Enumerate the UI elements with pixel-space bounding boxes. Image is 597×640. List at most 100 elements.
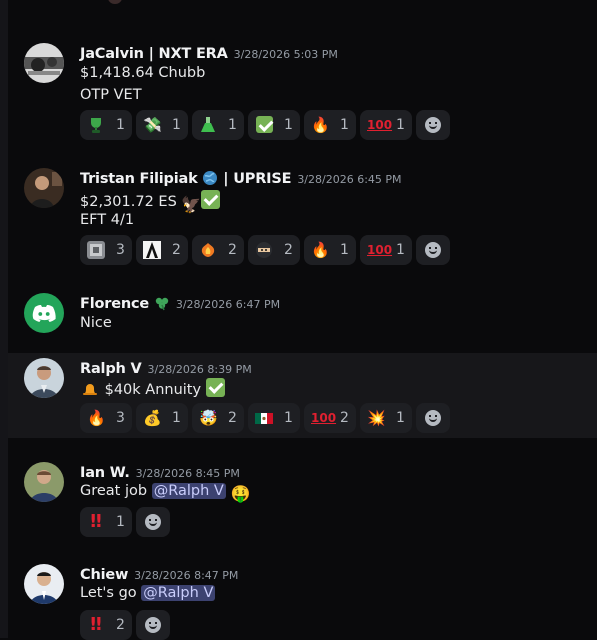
reaction-check[interactable]: 1 <box>248 110 300 140</box>
double-exclamation-icon: ‼ <box>90 511 102 532</box>
reaction-count: 2 <box>228 410 237 426</box>
username[interactable]: Florence <box>80 296 170 312</box>
message-ralph: Ralph V 3/28/2026 8:39 PM $40k Annuity 🔥 … <box>8 353 597 438</box>
reaction-hundred[interactable]: 100 1 <box>360 235 412 265</box>
reaction-count: 1 <box>340 242 349 258</box>
money-with-wings-icon: 💸 <box>143 116 162 134</box>
message-line: $40k Annuity <box>80 378 225 400</box>
smile-plus-icon <box>425 117 441 133</box>
reaction-double-exclamation[interactable]: ‼ 1 <box>80 507 132 537</box>
reaction-count: 2 <box>116 617 125 633</box>
message-line: OTP VET <box>80 87 142 103</box>
reaction-count: 1 <box>396 242 405 258</box>
reaction-fire[interactable]: 🔥 3 <box>80 403 132 433</box>
reaction-count: 3 <box>116 242 125 258</box>
ninja-icon <box>255 241 273 259</box>
reaction-custom-ninja[interactable]: 2 <box>248 235 300 265</box>
username[interactable]: JaCalvin | NXT ERA <box>80 46 228 62</box>
add-reaction-button[interactable] <box>136 610 170 640</box>
reaction-count: 1 <box>228 117 237 133</box>
reaction-count: 1 <box>116 514 125 530</box>
timestamp: 3/28/2026 8:39 PM <box>147 363 252 376</box>
avatar[interactable] <box>24 293 64 333</box>
letter-a-icon <box>143 241 161 259</box>
reaction-count: 1 <box>172 117 181 133</box>
mexico-flag-icon <box>255 409 273 427</box>
reaction-fire[interactable]: 🔥 1 <box>304 110 356 140</box>
reaction-hundred[interactable]: 100 2 <box>304 403 356 433</box>
avatar-image <box>24 358 64 398</box>
user-mention[interactable]: @Ralph V <box>151 483 226 499</box>
reaction-custom-grey[interactable]: 3 <box>80 235 132 265</box>
reaction-flask[interactable]: 1 <box>192 110 244 140</box>
reaction-double-exclamation[interactable]: ‼ 2 <box>80 610 132 640</box>
message-jacalvin: JaCalvin | NXT ERA 3/28/2026 5:03 PM $1,4… <box>8 36 597 148</box>
message-line: Great job @Ralph V 🤑 <box>80 483 251 503</box>
avatar[interactable] <box>24 564 64 604</box>
smile-plus-icon <box>145 514 161 530</box>
message-header: JaCalvin | NXT ERA 3/28/2026 5:03 PM <box>80 43 338 62</box>
collision-icon: 💥 <box>367 409 386 427</box>
message-header: Florence 3/28/2026 6:47 PM <box>80 293 280 312</box>
avatar[interactable] <box>24 358 64 398</box>
check-mark-icon <box>205 378 225 397</box>
globe-icon <box>202 170 218 186</box>
avatar-image <box>24 564 64 604</box>
timestamp: 3/28/2026 5:03 PM <box>233 48 338 61</box>
reaction-custom-phoenix[interactable]: 2 <box>192 235 244 265</box>
reaction-money-wings[interactable]: 💸 1 <box>136 110 188 140</box>
add-reaction-button[interactable] <box>416 110 450 140</box>
reaction-count: 1 <box>396 410 405 426</box>
exploding-head-icon: 🤯 <box>199 409 218 427</box>
previous-message-stub <box>108 0 122 4</box>
hundred-points-icon: 100 <box>367 118 393 132</box>
message-header: Tristan Filipiak | UPRISE 3/28/2026 6:45 … <box>80 168 402 187</box>
left-rail <box>0 0 8 638</box>
username[interactable]: Tristan Filipiak | UPRISE <box>80 170 292 187</box>
reaction-custom-a[interactable]: 2 <box>136 235 188 265</box>
avatar-image <box>24 462 64 502</box>
phoenix-icon <box>199 241 217 259</box>
avatar-image <box>24 43 64 83</box>
timestamp: 3/28/2026 8:47 PM <box>134 569 239 582</box>
hundred-points-icon: 100 <box>311 411 337 425</box>
reaction-collision[interactable]: 💥 1 <box>360 403 412 433</box>
username[interactable]: Ian W. <box>80 465 130 481</box>
reaction-hundred[interactable]: 100 1 <box>360 110 412 140</box>
message-florence: Florence 3/28/2026 6:47 PM Nice <box>8 285 597 341</box>
reaction-count: 2 <box>172 242 181 258</box>
message-line: $1,418.64 Chubb <box>80 65 206 81</box>
avatar-image <box>24 168 64 208</box>
timestamp: 3/28/2026 6:45 PM <box>297 173 402 186</box>
message-line: Nice <box>80 315 112 331</box>
flask-icon <box>199 116 217 134</box>
reaction-trophy[interactable]: 1 <box>80 110 132 140</box>
username[interactable]: Ralph V <box>80 361 142 377</box>
message-header: Chiew 3/28/2026 8:47 PM <box>80 564 238 583</box>
discord-logo-icon <box>32 305 56 322</box>
reaction-count: 1 <box>116 117 125 133</box>
message-ian: Ian W. 3/28/2026 8:45 PM Great job @Ralph… <box>8 454 597 538</box>
avatar[interactable] <box>24 43 64 83</box>
double-exclamation-icon: ‼ <box>90 614 102 635</box>
reaction-exploding-head[interactable]: 🤯 2 <box>192 403 244 433</box>
add-reaction-button[interactable] <box>136 507 170 537</box>
trophy-icon <box>87 116 105 134</box>
money-mouth-face-icon: 🤑 <box>230 484 251 503</box>
username[interactable]: Chiew <box>80 567 128 583</box>
fire-icon: 🔥 <box>311 116 330 134</box>
add-reaction-button[interactable] <box>416 235 450 265</box>
timestamp: 3/28/2026 8:45 PM <box>135 467 240 480</box>
add-reaction-button[interactable] <box>416 403 450 433</box>
avatar[interactable] <box>24 462 64 502</box>
user-mention[interactable]: @Ralph V <box>141 585 216 601</box>
reaction-money-bag[interactable]: 💰 1 <box>136 403 188 433</box>
check-mark-icon <box>201 190 221 209</box>
reaction-count: 1 <box>172 410 181 426</box>
avatar[interactable] <box>24 168 64 208</box>
custom-grey-icon <box>87 241 105 259</box>
message-tristan: Tristan Filipiak | UPRISE 3/28/2026 6:45 … <box>8 160 597 272</box>
reaction-fire[interactable]: 🔥 1 <box>304 235 356 265</box>
reaction-mexico-flag[interactable]: 1 <box>248 403 300 433</box>
reaction-count: 1 <box>284 117 293 133</box>
